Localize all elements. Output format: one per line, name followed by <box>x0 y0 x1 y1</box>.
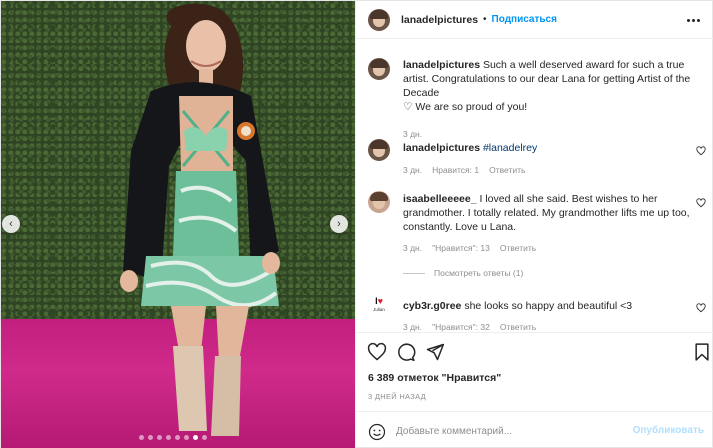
comment-meta: 3 дн. "Нравится": 13 Ответить <box>403 243 536 253</box>
carousel-indicator <box>139 435 207 440</box>
comment-time[interactable]: 3 дн. <box>403 243 422 253</box>
instagram-post: ‹ › lanadelpictures • Подписаться lanade… <box>0 0 713 448</box>
carousel-dot <box>157 435 162 440</box>
emoji-icon[interactable] <box>368 423 386 441</box>
comment-username[interactable]: lanadelpictures <box>403 142 480 154</box>
carousel-dot <box>148 435 153 440</box>
heart-icon[interactable] <box>696 303 706 313</box>
carousel-dot-active <box>193 435 198 440</box>
likes-count[interactable]: 6 389 отметок "Нравится" <box>368 372 501 384</box>
heart-icon[interactable] <box>696 146 706 156</box>
post-timestamp[interactable]: 3 ДНЕЙ НАЗАД <box>368 392 426 401</box>
action-bar <box>356 332 713 370</box>
hashtag-link[interactable]: #lanadelrey <box>483 142 537 154</box>
caption-body-2: We are so proud of you! <box>415 101 528 113</box>
post-header: lanadelpictures • Подписаться <box>356 1 713 39</box>
replies-divider-line <box>403 272 425 274</box>
comment-username[interactable]: cyb3r.g0ree <box>403 300 461 312</box>
carousel-dot <box>175 435 180 440</box>
comment-text: lanadelpictures #lanadelrey <box>403 141 693 155</box>
comment-username[interactable]: isaabelleeeee_ <box>403 193 477 205</box>
caption-time[interactable]: 3 дн. <box>403 129 422 139</box>
carousel-dot <box>166 435 171 440</box>
comment-text: cyb3r.g0ree she looks so happy and beaut… <box>403 299 693 313</box>
comment-time[interactable]: 3 дн. <box>403 322 422 332</box>
comment-time[interactable]: 3 дн. <box>403 165 422 175</box>
comment-text: isaabelleeeee_ I loved all she said. Bes… <box>403 192 693 234</box>
comment-body: she looks so happy and beautiful <3 <box>464 300 633 312</box>
chevron-left-icon[interactable]: ‹ <box>2 215 20 233</box>
view-replies-label[interactable]: Посмотреть ответы (1) <box>434 268 523 278</box>
comment-likes[interactable]: "Нравится": 13 <box>432 243 490 253</box>
author-username[interactable]: lanadelpictures <box>401 14 478 26</box>
carousel-dot <box>202 435 207 440</box>
avatar[interactable]: I♥ Julian <box>368 296 390 318</box>
heart-emoji-icon: ♡ <box>403 101 413 113</box>
comment-likes[interactable]: "Нравится": 32 <box>432 322 490 332</box>
avatar[interactable] <box>368 139 390 161</box>
comment-meta: 3 дн. Нравится: 1 Ответить <box>403 165 525 175</box>
avatar-logo-subtext: Julian <box>373 307 385 312</box>
caption-meta: 3 дн. <box>403 129 422 139</box>
heart-icon[interactable] <box>696 198 706 208</box>
separator-dot: • <box>483 14 487 25</box>
woman-figure-illustration <box>120 3 280 436</box>
more-horizontal-icon[interactable] <box>684 11 702 29</box>
comment-input[interactable] <box>396 423 616 439</box>
carousel-dot <box>184 435 189 440</box>
caption-username[interactable]: lanadelpictures <box>403 59 480 71</box>
reply-button[interactable]: Ответить <box>489 165 525 175</box>
view-replies-button[interactable]: Посмотреть ответы (1) <box>403 268 523 278</box>
chevron-right-icon[interactable]: › <box>330 215 348 233</box>
comments-list[interactable]: lanadelpictures Such a well deserved awa… <box>356 40 713 332</box>
avatar[interactable] <box>368 8 390 31</box>
publish-button[interactable]: Опубликовать <box>633 425 704 436</box>
add-comment-bar: Опубликовать <box>356 411 713 448</box>
post-details-panel: lanadelpictures • Подписаться lanadelpic… <box>355 1 713 448</box>
avatar-logo-text: I♥ <box>375 296 383 306</box>
carousel-dot <box>139 435 144 440</box>
avatar[interactable] <box>368 58 390 80</box>
heart-icon[interactable] <box>367 342 387 362</box>
post-photo[interactable]: ‹ › <box>1 1 355 448</box>
follow-button[interactable]: Подписаться <box>492 14 557 25</box>
comment-meta: 3 дн. "Нравится": 32 Ответить <box>403 322 536 332</box>
bookmark-icon[interactable] <box>692 342 712 362</box>
avatar[interactable] <box>368 191 390 213</box>
comment-likes[interactable]: Нравится: 1 <box>432 165 479 175</box>
reply-button[interactable]: Ответить <box>500 322 536 332</box>
comment-icon[interactable] <box>396 342 416 362</box>
reply-button[interactable]: Ответить <box>500 243 536 253</box>
share-icon[interactable] <box>425 342 445 362</box>
caption-text: lanadelpictures Such a well deserved awa… <box>403 58 693 114</box>
